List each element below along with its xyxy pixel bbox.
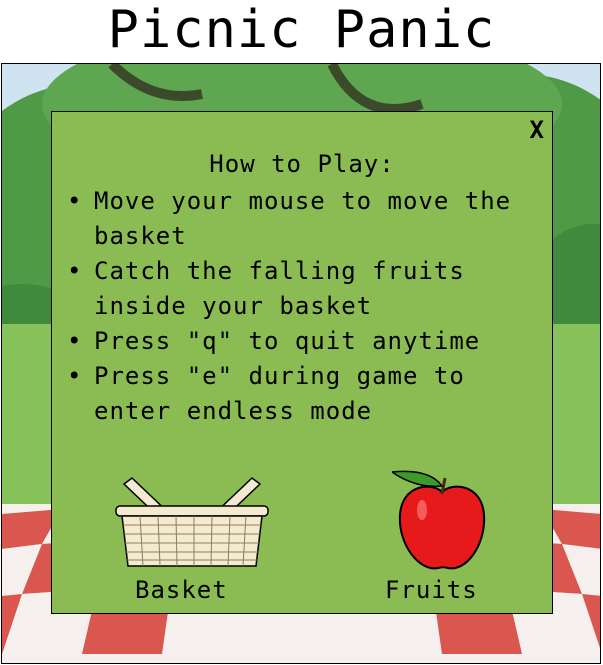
basket-label: Basket	[135, 576, 228, 604]
fruits-label: Fruits	[385, 576, 478, 604]
dialog-heading: How to Play:	[209, 150, 395, 178]
apple-icon	[392, 470, 486, 570]
game-title: Picnic Panic	[107, 0, 496, 60]
rule-item: Move your mouse to move the basket	[67, 184, 544, 254]
close-icon[interactable]: X	[530, 116, 544, 144]
rule-item: Press "e" during game to enter endless m…	[67, 359, 544, 429]
rules-list: Move your mouse to move the basket Catch…	[67, 184, 544, 429]
rule-item: Catch the falling fruits inside your bas…	[67, 254, 544, 324]
how-to-play-dialog: X How to Play: Move your mouse to move t…	[51, 111, 553, 614]
rule-item: Press "q" to quit anytime	[67, 324, 544, 359]
basket-icon	[115, 477, 269, 567]
